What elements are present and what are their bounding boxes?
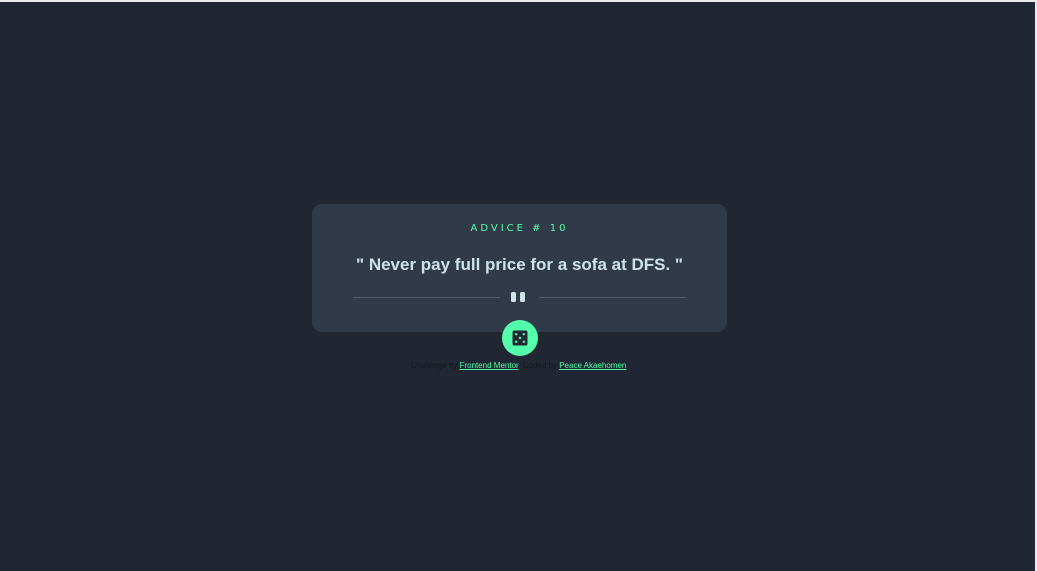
divider	[353, 291, 686, 303]
author-link[interactable]: Peace Akaehomen	[559, 361, 626, 370]
pause-icon	[511, 292, 527, 302]
pause-bar-right	[520, 292, 525, 302]
attribution-middle: . Coded by	[518, 361, 557, 370]
attribution-prefix: Challenge by	[410, 361, 458, 370]
advice-card: ADVICE # 10 " Never pay full price for a…	[312, 204, 727, 332]
advice-text: " Never pay full price for a sofa at DFS…	[356, 255, 683, 274]
divider-line-left	[353, 297, 500, 298]
frontend-mentor-link[interactable]: Frontend Mentor	[460, 361, 519, 370]
dice-icon	[512, 330, 528, 346]
attribution: Challenge by Frontend Mentor. Coded by P…	[0, 361, 1037, 371]
viewport-edge-top	[0, 0, 1037, 2]
new-advice-button[interactable]	[502, 320, 538, 356]
pause-bar-left	[511, 292, 516, 302]
advice-number: ADVICE # 10	[470, 223, 569, 234]
divider-line-right	[539, 297, 686, 298]
